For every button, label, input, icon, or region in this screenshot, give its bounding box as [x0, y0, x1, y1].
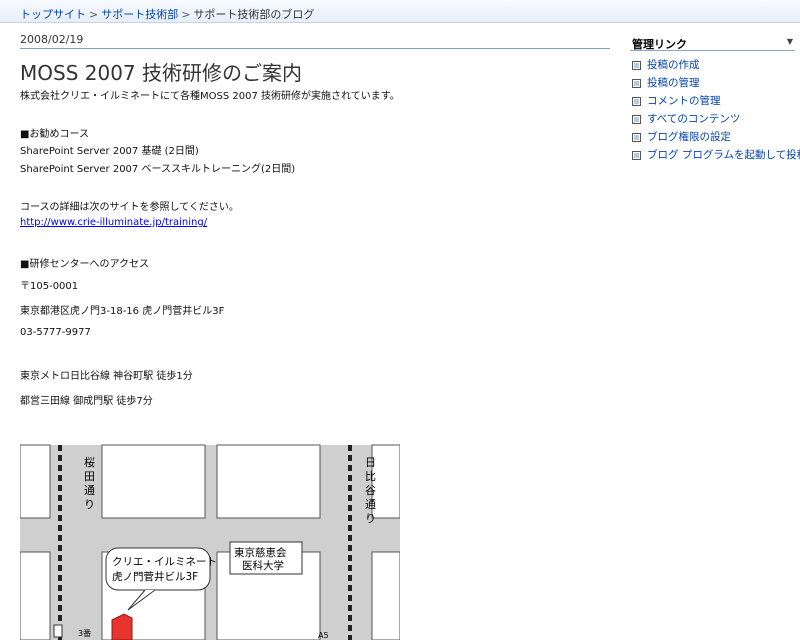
details-text: コースの詳細は次のサイトを参照してください。 — [20, 202, 239, 213]
callout-bubble — [105, 547, 211, 591]
block — [101, 444, 206, 519]
exit-label-a5: A5 — [318, 631, 329, 640]
management-links-header[interactable]: 管理リンク ▼ — [630, 35, 795, 51]
station-exit-marker — [53, 624, 63, 638]
course-item: SharePoint Server 2007 基礎 (2日間) — [20, 146, 199, 157]
callout-company: クリエ・イルミネート — [112, 556, 217, 568]
management-links-title: 管理リンク — [632, 38, 687, 51]
street-label-sakurada: り — [84, 498, 95, 511]
block — [371, 551, 400, 640]
street-label-hibiya: り — [365, 512, 376, 525]
post-date: 2008/02/19 — [20, 33, 84, 46]
access-map: 桜 田 通 り 日 比 谷 通 り クリエ・イルミネート 虎ノ門菅井ビル3F 東… — [20, 440, 400, 640]
sidebar-item-manage-posts[interactable]: 投稿の管理 — [632, 75, 800, 93]
bullet-icon — [632, 114, 641, 124]
bullet-icon — [632, 150, 641, 160]
bullet-icon — [632, 60, 641, 70]
breadcrumb: トップサイト > サポート技術部 > サポート技術部のブログ — [20, 6, 314, 22]
block — [371, 444, 400, 519]
bullet-icon — [632, 78, 641, 88]
sidebar-link[interactable]: ブログ プログラムを起動して投稿 — [647, 149, 800, 161]
management-links-list: 投稿の作成 投稿の管理 コメントの管理 すべてのコンテンツ ブログ権限の設定 ブ… — [632, 57, 800, 165]
post-title: MOSS 2007 技術研修のご案内 — [20, 61, 303, 85]
sidebar-item-blog-permissions[interactable]: ブログ権限の設定 — [632, 129, 800, 147]
street-label-hibiya: 通 — [365, 498, 376, 511]
building-label: 医科大学 — [242, 559, 284, 572]
access-line: 東京メトロ日比谷線 神谷町駅 徒歩1分 — [20, 371, 193, 382]
street-label-hibiya: 日 — [365, 456, 376, 469]
address: 東京都港区虎ノ門3-18-16 虎ノ門菅井ビル3F — [20, 306, 225, 317]
postal-code: 〒105-0001 — [20, 281, 79, 292]
breadcrumb-top-site[interactable]: トップサイト — [20, 8, 86, 21]
phone: 03-5777-9977 — [20, 327, 91, 338]
breadcrumb-current: サポート技術部のブログ — [193, 8, 315, 21]
block — [216, 444, 321, 519]
bullet-icon — [632, 96, 641, 106]
breadcrumb-separator: > — [181, 8, 191, 21]
callout-building: 虎ノ門菅井ビル3F — [112, 570, 198, 583]
street-label-sakurada: 通 — [84, 484, 95, 497]
breadcrumb-support[interactable]: サポート技術部 — [101, 8, 178, 21]
street-label-hibiya: 比 — [365, 470, 376, 483]
block — [20, 551, 51, 640]
sidebar-link[interactable]: ブログ権限の設定 — [647, 131, 731, 143]
bullet-icon — [632, 132, 641, 142]
sidebar-link[interactable]: 投稿の管理 — [647, 77, 700, 89]
access-line: 都営三田線 御成門駅 徒歩7分 — [20, 396, 153, 407]
top-navigation-bar: トップサイト > サポート技術部 > サポート技術部のブログ — [0, 0, 800, 23]
sidebar-item-all-content[interactable]: すべてのコンテンツ — [632, 111, 800, 129]
date-divider — [20, 48, 610, 49]
sidebar-link[interactable]: 投稿の作成 — [647, 59, 700, 71]
sidebar-item-create-post[interactable]: 投稿の作成 — [632, 57, 800, 75]
training-link[interactable]: http://www.crie-illuminate.jp/training/ — [20, 217, 207, 228]
sidebar-link[interactable]: コメントの管理 — [647, 95, 721, 107]
sidebar-item-launch-blog-program[interactable]: ブログ プログラムを起動して投稿 — [632, 147, 800, 165]
chevron-down-icon[interactable]: ▼ — [787, 37, 793, 46]
course-item: SharePoint Server 2007 ベーススキルトレーニング(2日間) — [20, 164, 296, 175]
sidebar-link[interactable]: すべてのコンテンツ — [647, 113, 740, 125]
access-heading: ■研修センターへのアクセス — [20, 259, 149, 270]
block — [20, 444, 51, 519]
street-label-hibiya: 谷 — [365, 484, 376, 497]
courses-heading: ■お勧めコース — [20, 129, 89, 140]
street-label-sakurada: 田 — [84, 470, 95, 483]
sidebar-item-manage-comments[interactable]: コメントの管理 — [632, 93, 800, 111]
post-intro: 株式会社クリエ・イルミネートにて各種MOSS 2007 技術研修が実施されていま… — [20, 91, 400, 102]
breadcrumb-separator: > — [89, 8, 99, 21]
street-label-sakurada: 桜 — [84, 455, 95, 469]
building-label: 東京慈恵会 — [234, 546, 287, 559]
exit-label-3ban: 3番 — [78, 628, 91, 638]
road-minor — [205, 445, 217, 640]
